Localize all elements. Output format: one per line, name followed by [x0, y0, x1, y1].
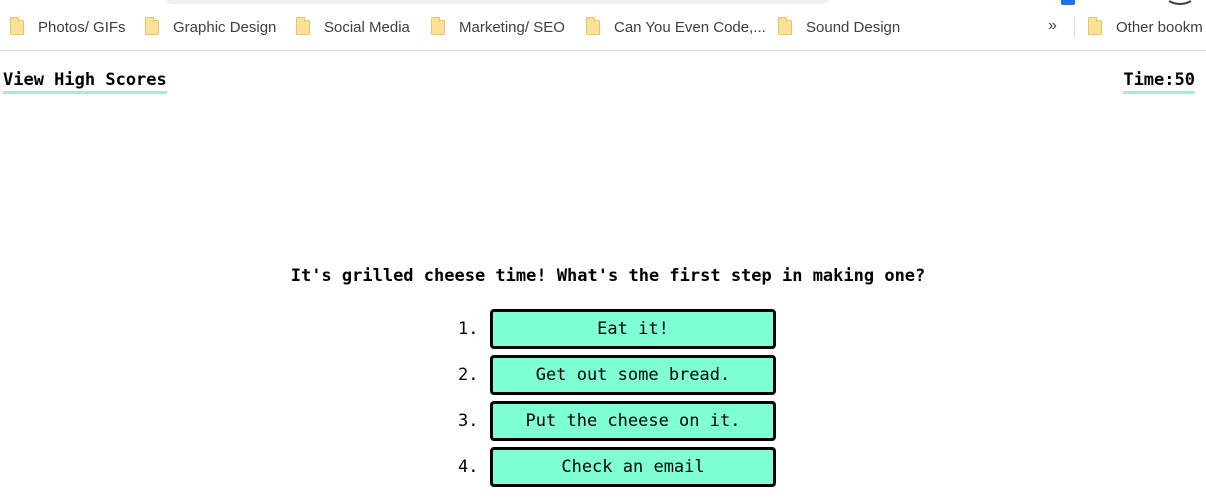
- folder-icon: [431, 16, 445, 35]
- folder-icon: [145, 16, 159, 35]
- extension-icon[interactable]: [1061, 0, 1075, 5]
- quiz-page: View High Scores Time: 50 It's grilled c…: [0, 51, 1206, 502]
- address-bar[interactable]: [165, 0, 829, 4]
- question-text: It's grilled cheese time! What's the fir…: [290, 266, 926, 286]
- answer-button-2[interactable]: Get out some bread.: [490, 355, 776, 395]
- bookmark-graphic-design[interactable]: Graphic Design: [145, 15, 276, 39]
- bookmark-label: Marketing/ SEO: [459, 18, 565, 36]
- timer-label: Time:: [1123, 70, 1175, 90]
- answer-item: 1. Eat it!: [452, 309, 776, 349]
- bookmark-label: Photos/ GIFs: [38, 18, 126, 36]
- answer-item: 4. Check an email: [452, 447, 776, 487]
- folder-icon: [296, 16, 310, 35]
- answer-number: 1.: [458, 319, 479, 339]
- bookmarks-overflow-chevron-icon[interactable]: »: [1048, 17, 1057, 35]
- answer-item: 2. Get out some bread.: [452, 355, 776, 395]
- timer: Time: 50: [1123, 70, 1195, 94]
- bookmark-social-media[interactable]: Social Media: [296, 15, 410, 39]
- answer-number: 4.: [458, 457, 479, 477]
- bookmark-label: Sound Design: [806, 18, 901, 36]
- bookmark-photos-gifs[interactable]: Photos/ GIFs: [10, 15, 126, 39]
- answer-number: 2.: [458, 365, 479, 385]
- folder-icon: [778, 16, 792, 35]
- answer-number: 3.: [458, 411, 479, 431]
- bookmarks-bar: Photos/ GIFs Graphic Design Social Media…: [0, 0, 1206, 51]
- bookmark-sound-design[interactable]: Sound Design: [778, 15, 900, 39]
- answer-button-1[interactable]: Eat it!: [490, 309, 776, 349]
- answer-button-3[interactable]: Put the cheese on it.: [490, 401, 776, 441]
- bookmark-label: Can You Even Code,...: [614, 18, 766, 36]
- bookmark-label: Other bookm: [1116, 18, 1203, 36]
- bookmarks-divider: [1074, 17, 1075, 37]
- timer-value: 50: [1174, 70, 1195, 90]
- folder-icon: [1088, 16, 1102, 35]
- bookmark-other-bookmarks[interactable]: Other bookm: [1088, 15, 1203, 39]
- bookmark-label: Graphic Design: [173, 18, 277, 36]
- answer-list: 1. Eat it! 2. Get out some bread. 3. Put…: [452, 309, 776, 493]
- view-high-scores-link[interactable]: View High Scores: [3, 70, 167, 94]
- bookmark-label: Social Media: [324, 18, 410, 36]
- bookmark-can-you-even-code[interactable]: Can You Even Code,...: [586, 15, 766, 39]
- folder-icon: [10, 16, 24, 35]
- folder-icon: [586, 16, 600, 35]
- bookmark-marketing-seo[interactable]: Marketing/ SEO: [431, 15, 565, 39]
- profile-avatar-icon[interactable]: [1165, 0, 1195, 5]
- answer-button-4[interactable]: Check an email: [490, 447, 776, 487]
- answer-item: 3. Put the cheese on it.: [452, 401, 776, 441]
